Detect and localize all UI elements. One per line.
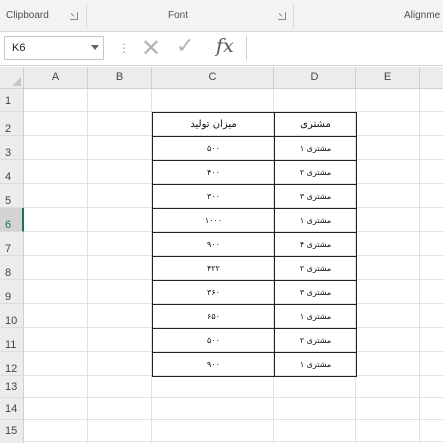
clipboard-dialog-launcher-icon[interactable] [70, 12, 78, 20]
row-header-10[interactable]: 10 [0, 304, 24, 328]
name-box-value: K6 [12, 42, 26, 54]
table-row: ۴۰۰ مشتری ۲ [152, 160, 357, 185]
column-header-d[interactable]: D [274, 67, 356, 89]
gridline [24, 397, 443, 398]
row-header-6[interactable]: 6 [0, 208, 24, 232]
formula-input[interactable] [246, 36, 443, 60]
row-header-11[interactable]: 11 [0, 328, 24, 352]
row-header-3[interactable]: 3 [0, 136, 24, 160]
cell-production[interactable]: ۱۰۰۰ [152, 208, 275, 233]
cell-customer[interactable]: مشتری ۳ [274, 280, 357, 305]
table-row: ۵۰۰ مشتری ۱ [152, 136, 357, 161]
cell-customer[interactable]: مشتری ۲ [274, 328, 357, 353]
name-box[interactable]: K6 [4, 36, 104, 60]
insert-function-icon[interactable]: fx [216, 35, 234, 57]
row-header-8[interactable]: 8 [0, 256, 24, 280]
cell-customer[interactable]: مشتری ۲ [274, 160, 357, 185]
table-row: ۹۰۰ مشتری ۴ [152, 232, 357, 257]
cell-production[interactable]: ۹۰۰ [152, 232, 275, 257]
ribbon-separator [293, 4, 294, 28]
column-header-a[interactable]: A [24, 67, 88, 89]
row-header-1[interactable]: 1 [0, 89, 24, 112]
cell-production[interactable]: ۶۵۰ [152, 304, 275, 329]
table-row: ۱۰۰۰ مشتری ۱ [152, 208, 357, 233]
row-header-9[interactable]: 9 [0, 280, 24, 304]
gridline [24, 441, 443, 442]
cell-customer[interactable]: مشتری ۱ [274, 208, 357, 233]
cell-production[interactable]: ۵۰۰ [152, 328, 275, 353]
cell-customer[interactable]: مشتری ۱ [274, 352, 357, 377]
cell-production[interactable]: ۹۰۰ [152, 352, 275, 377]
cancel-icon[interactable]: ✕ [141, 34, 161, 62]
table-row: ۴۲۲ مشتری ۲ [152, 256, 357, 281]
chevron-down-icon[interactable] [91, 45, 99, 50]
row-header-14[interactable]: 14 [0, 398, 24, 420]
table-row: ۳۰۰ مشتری ۳ [152, 184, 357, 209]
row-header-7[interactable]: 7 [0, 232, 24, 256]
cell-customer[interactable]: مشتری ۴ [274, 232, 357, 257]
ribbon-group-clipboard: Clipboard [6, 10, 49, 21]
font-dialog-launcher-icon[interactable] [278, 12, 286, 20]
more-options-icon[interactable]: ⋮ [118, 41, 130, 55]
table-row: ۶۵۰ مشتری ۱ [152, 304, 357, 329]
row-header-4[interactable]: 4 [0, 160, 24, 184]
row-header-15[interactable]: 15 [0, 420, 24, 443]
column-header-b[interactable]: B [88, 67, 152, 89]
cell-production[interactable]: ۴۲۲ [152, 256, 275, 281]
ribbon-group-alignment: Alignme [404, 10, 441, 21]
row-header-2[interactable]: 2 [0, 112, 24, 136]
cell-customer[interactable]: مشتری ۳ [274, 184, 357, 209]
ribbon-group-font: Font [168, 10, 189, 21]
table-header-row: میزان تولید مشتری [152, 112, 357, 137]
select-all-corner[interactable] [0, 67, 24, 89]
cell-production[interactable]: ۳۶۰ [152, 280, 275, 305]
ribbon-group-labels: Clipboard Font Alignme [0, 0, 443, 32]
column-header-c[interactable]: C [152, 67, 274, 89]
row-header-12[interactable]: 12 [0, 352, 24, 376]
column-header-e[interactable]: E [356, 67, 420, 89]
cell-production[interactable]: ۳۰۰ [152, 184, 275, 209]
ribbon-separator [86, 4, 87, 28]
row-header-13[interactable]: 13 [0, 376, 24, 398]
gridline [24, 419, 443, 420]
cell-customer[interactable]: مشتری ۱ [274, 136, 357, 161]
cell-production[interactable]: ۴۰۰ [152, 160, 275, 185]
data-table: میزان تولید مشتری ۵۰۰ مشتری ۱ ۴۰۰ مشتری … [152, 112, 357, 377]
gridline [419, 89, 420, 443]
table-row: ۹۰۰ مشتری ۱ [152, 352, 357, 377]
formula-bar: K6 ⋮ ✕ ✓ fx [0, 32, 443, 66]
gridline [87, 89, 88, 443]
cell-customer[interactable]: مشتری ۱ [274, 304, 357, 329]
header-cell-production[interactable]: میزان تولید [152, 112, 275, 137]
enter-icon[interactable]: ✓ [176, 34, 194, 59]
cell-production[interactable]: ۵۰۰ [152, 136, 275, 161]
column-header-f[interactable] [420, 67, 443, 89]
cell-customer[interactable]: مشتری ۲ [274, 256, 357, 281]
row-header-5[interactable]: 5 [0, 184, 24, 208]
table-row: ۵۰۰ مشتری ۲ [152, 328, 357, 353]
table-row: ۳۶۰ مشتری ۳ [152, 280, 357, 305]
header-cell-customer[interactable]: مشتری [274, 112, 357, 137]
